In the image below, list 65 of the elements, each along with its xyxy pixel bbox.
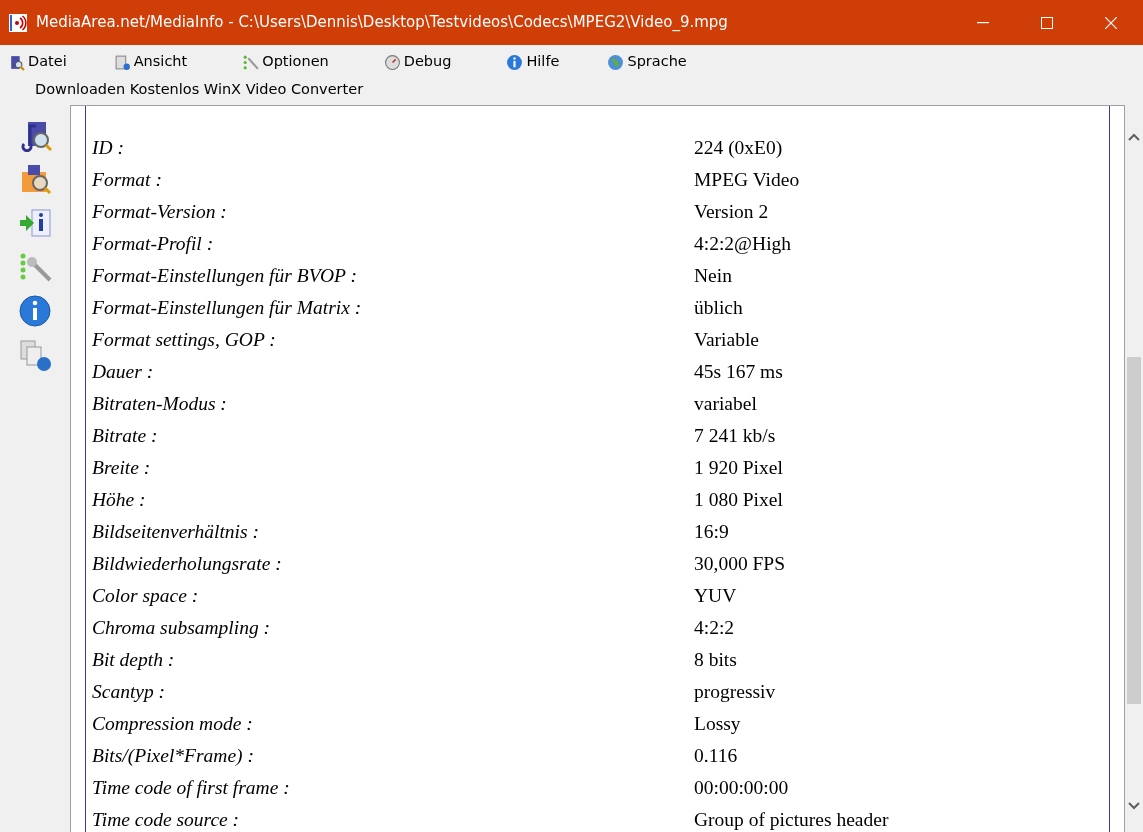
- field-label: Scantyp :: [91, 680, 167, 705]
- close-icon: [1105, 16, 1117, 29]
- field-value: 0.116: [694, 744, 738, 769]
- field-label: Format settings, GOP :: [91, 328, 277, 353]
- field-value: 30,000 FPS: [694, 552, 786, 577]
- field-value: 00:00:00:00: [694, 776, 789, 801]
- field-label: Bildwiederholungsrate :: [91, 552, 283, 577]
- field-label: Time code of first frame :: [91, 776, 291, 801]
- field-label: Compression mode :: [91, 712, 254, 737]
- field-label: ID :: [91, 136, 125, 161]
- field-value: progressiv: [694, 680, 776, 705]
- info-icon: [18, 293, 52, 328]
- promo-link[interactable]: Downloaden Kostenlos WinX Video Converter: [0, 79, 364, 101]
- menu-item[interactable]: Sprache: [607, 51, 687, 73]
- field-label: Format-Einstellungen für BVOP :: [91, 264, 358, 289]
- field-value: 45s 167 ms: [694, 360, 783, 385]
- menu-item[interactable]: Hilfe: [506, 51, 560, 73]
- app-icon: [8, 12, 28, 33]
- field-label: Bitraten-Modus :: [91, 392, 228, 417]
- maximize-icon: [1041, 16, 1053, 29]
- field-label: Bits/(Pixel*Frame) :: [91, 744, 255, 769]
- globe-icon: [607, 53, 625, 71]
- field-value: 16:9: [694, 520, 729, 545]
- field-value: 224 (0xE0): [694, 136, 783, 161]
- field-label: Bildseitenverhältnis :: [91, 520, 260, 545]
- field-label: Format-Version :: [91, 200, 228, 225]
- gauge-icon: [383, 53, 401, 71]
- field-label: Bitrate :: [91, 424, 159, 449]
- field-label: Color space :: [91, 584, 200, 609]
- field-value: 7 241 kb/s: [694, 424, 776, 449]
- field-label: Bit depth :: [91, 648, 176, 673]
- field-value: 1 080 Pixel: [694, 488, 783, 513]
- field-label: Time code source :: [91, 808, 241, 832]
- scrollbar-thumb[interactable]: [1127, 356, 1141, 704]
- menu-item[interactable]: Debug: [383, 51, 452, 73]
- file-search-icon: [8, 53, 25, 71]
- menu-item[interactable]: Optionen: [242, 51, 329, 73]
- field-value: variabel: [694, 392, 757, 417]
- field-label: Dauer :: [91, 360, 155, 385]
- minimize-icon: [977, 21, 989, 24]
- field-value: Nein: [694, 264, 732, 289]
- field-value: YUV: [694, 584, 737, 609]
- field-label: Höhe :: [91, 488, 147, 513]
- field-label: Format :: [91, 168, 163, 193]
- field-label: Format-Profil :: [91, 232, 215, 257]
- field-value: MPEG Video: [694, 168, 800, 193]
- field-label: Breite :: [91, 456, 152, 481]
- window-title: MediaArea.net/MediaInfo - C:\Users\Dennis\Desktop\Testvideos\Codecs\MPEG2\Video_9.mpg: [36, 12, 728, 34]
- field-value: 4:2:2@High: [694, 232, 792, 257]
- field-value: Version 2: [694, 200, 769, 225]
- field-value: 1 920 Pixel: [694, 456, 783, 481]
- field-value: 8 bits: [694, 648, 737, 673]
- documents-globe-icon: [18, 337, 52, 372]
- field-value: Group of pictures header: [694, 808, 889, 832]
- menu-item[interactable]: Ansicht: [113, 51, 188, 73]
- document-icon: [113, 53, 131, 71]
- field-value: üblich: [694, 296, 743, 321]
- field-value: Lossy: [694, 712, 741, 737]
- field-value: Variable: [694, 328, 759, 353]
- list-icon: [242, 53, 260, 71]
- menu-item[interactable]: Datei: [8, 51, 67, 73]
- field-label: Chroma subsampling :: [91, 616, 272, 641]
- info-icon: [506, 53, 524, 71]
- field-value: 4:2:2: [694, 616, 735, 641]
- field-label: Format-Einstellungen für Matrix :: [91, 296, 363, 321]
